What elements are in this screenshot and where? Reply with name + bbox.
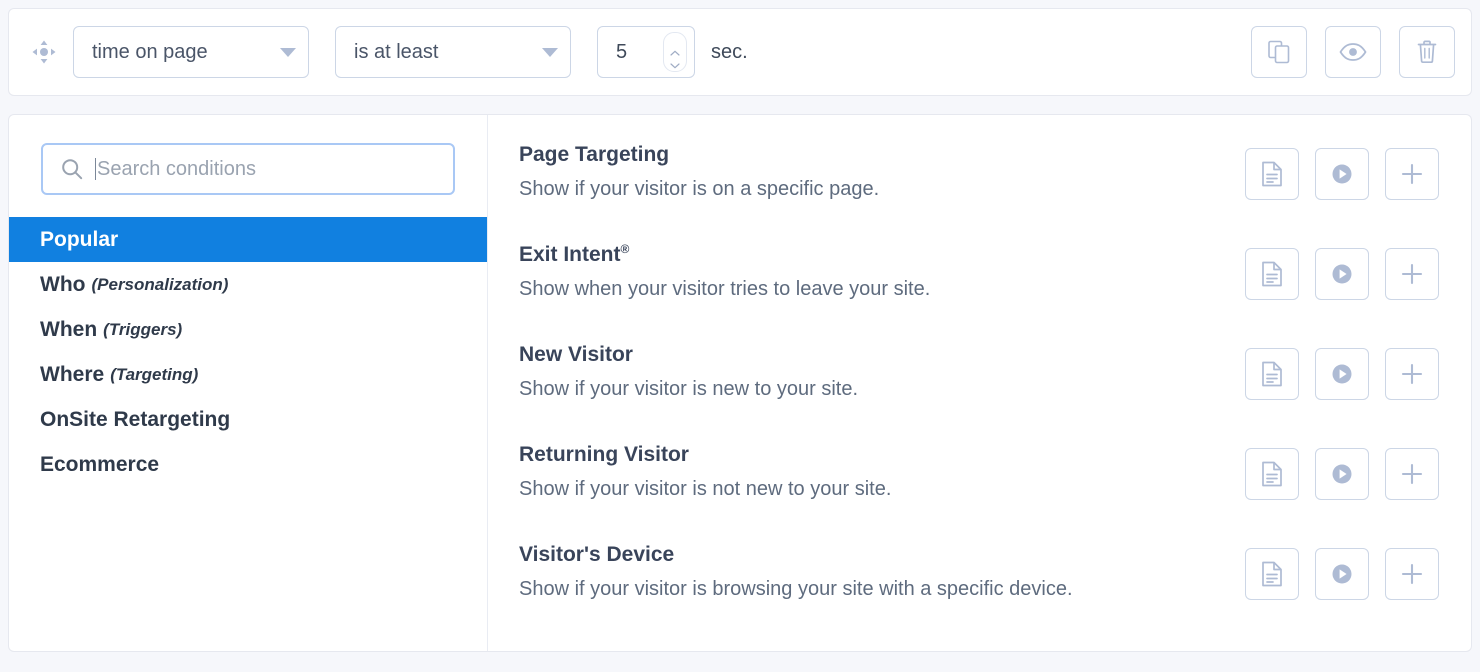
search-container: Search conditions	[9, 115, 487, 217]
condition-actions	[1245, 341, 1439, 400]
duplicate-button[interactable]	[1251, 26, 1307, 78]
condition-title-text: Page Targeting	[519, 143, 669, 166]
condition-title-text: Exit Intent	[519, 243, 621, 266]
condition-text: Returning Visitor Show if your visitor i…	[519, 441, 1245, 500]
sidebar-item-when[interactable]: When (Triggers)	[9, 307, 487, 352]
sidebar-item-who[interactable]: Who (Personalization)	[9, 262, 487, 307]
sidebar-item-popular[interactable]: Popular	[9, 217, 487, 262]
condition-title: Exit Intent®	[519, 243, 1245, 266]
add-button[interactable]	[1385, 548, 1439, 600]
condition-description: Show if your visitor is on a specific pa…	[519, 178, 1245, 200]
trigger-type-value: time on page	[74, 41, 268, 64]
sidebar-item-label: Where	[40, 363, 104, 387]
quantity-stepper[interactable]	[663, 32, 687, 72]
sidebar-item-sublabel: (Targeting)	[110, 365, 198, 385]
docs-button[interactable]	[1245, 448, 1299, 500]
add-button[interactable]	[1385, 448, 1439, 500]
search-icon	[61, 158, 83, 180]
video-button[interactable]	[1315, 148, 1369, 200]
docs-button[interactable]	[1245, 548, 1299, 600]
add-button[interactable]	[1385, 348, 1439, 400]
condition-text: New Visitor Show if your visitor is new …	[519, 341, 1245, 400]
amount-input[interactable]: 5	[597, 26, 695, 78]
sidebar-item-sublabel: (Triggers)	[103, 320, 182, 340]
chevron-down-icon[interactable]	[670, 56, 680, 62]
text-caret	[95, 158, 96, 180]
condition-title-text: New Visitor	[519, 343, 633, 366]
condition-title-text: Returning Visitor	[519, 443, 689, 466]
category-sidebar: Search conditions Popular Who (Personali…	[9, 115, 488, 651]
trademark-mark: ®	[621, 242, 630, 256]
amount-value: 5	[598, 41, 663, 64]
video-button[interactable]	[1315, 348, 1369, 400]
video-button[interactable]	[1315, 548, 1369, 600]
condition-bar-actions	[1251, 26, 1455, 78]
condition-editor: time on page is at least 5	[0, 0, 1480, 672]
move-handle-icon[interactable]	[27, 35, 61, 69]
unit-label: sec.	[711, 41, 748, 64]
condition-description: Show when your visitor tries to leave yo…	[519, 278, 1245, 300]
condition-actions	[1245, 141, 1439, 200]
video-button[interactable]	[1315, 248, 1369, 300]
sidebar-item-label: When	[40, 318, 97, 342]
chevron-up-icon[interactable]	[670, 43, 680, 49]
docs-button[interactable]	[1245, 148, 1299, 200]
operator-value: is at least	[336, 41, 530, 64]
sidebar-item-ecommerce[interactable]: Ecommerce	[9, 442, 487, 487]
docs-button[interactable]	[1245, 348, 1299, 400]
sidebar-item-sublabel: (Personalization)	[91, 275, 228, 295]
list-item[interactable]: Exit Intent® Show when your visitor trie…	[488, 241, 1471, 341]
condition-actions	[1245, 541, 1439, 600]
operator-select[interactable]: is at least	[335, 26, 571, 78]
condition-text: Visitor's Device Show if your visitor is…	[519, 541, 1245, 600]
add-button[interactable]	[1385, 148, 1439, 200]
condition-text: Page Targeting Show if your visitor is o…	[519, 141, 1245, 200]
docs-button[interactable]	[1245, 248, 1299, 300]
sidebar-item-label: Popular	[40, 228, 118, 252]
condition-title: New Visitor	[519, 343, 1245, 366]
trigger-type-select[interactable]: time on page	[73, 26, 309, 78]
category-list: Popular Who (Personalization) When (Trig…	[9, 217, 487, 487]
condition-title: Page Targeting	[519, 143, 1245, 166]
chevron-down-icon	[530, 48, 570, 57]
sidebar-item-label: OnSite Retargeting	[40, 408, 230, 432]
condition-title: Visitor's Device	[519, 543, 1245, 566]
delete-button[interactable]	[1399, 26, 1455, 78]
search-input[interactable]: Search conditions	[41, 143, 455, 195]
list-item[interactable]: Page Targeting Show if your visitor is o…	[488, 141, 1471, 241]
condition-bar: time on page is at least 5	[8, 8, 1472, 96]
sidebar-item-label: Ecommerce	[40, 453, 159, 477]
sidebar-item-label: Who	[40, 273, 85, 297]
video-button[interactable]	[1315, 448, 1369, 500]
list-item[interactable]: New Visitor Show if your visitor is new …	[488, 341, 1471, 441]
condition-title-text: Visitor's Device	[519, 543, 674, 566]
search-placeholder: Search conditions	[97, 158, 256, 181]
list-item[interactable]: Returning Visitor Show if your visitor i…	[488, 441, 1471, 541]
condition-description: Show if your visitor is browsing your si…	[519, 578, 1245, 600]
chevron-down-icon	[268, 48, 308, 57]
list-item[interactable]: Visitor's Device Show if your visitor is…	[488, 541, 1471, 641]
condition-description: Show if your visitor is new to your site…	[519, 378, 1245, 400]
condition-actions	[1245, 441, 1439, 500]
sidebar-item-where[interactable]: Where (Targeting)	[9, 352, 487, 397]
condition-actions	[1245, 241, 1439, 300]
condition-text: Exit Intent® Show when your visitor trie…	[519, 241, 1245, 300]
condition-title: Returning Visitor	[519, 443, 1245, 466]
conditions-panel: Search conditions Popular Who (Personali…	[8, 114, 1472, 652]
add-button[interactable]	[1385, 248, 1439, 300]
preview-button[interactable]	[1325, 26, 1381, 78]
conditions-list: Page Targeting Show if your visitor is o…	[488, 115, 1471, 651]
condition-description: Show if your visitor is not new to your …	[519, 478, 1245, 500]
sidebar-item-onsite-retargeting[interactable]: OnSite Retargeting	[9, 397, 487, 442]
